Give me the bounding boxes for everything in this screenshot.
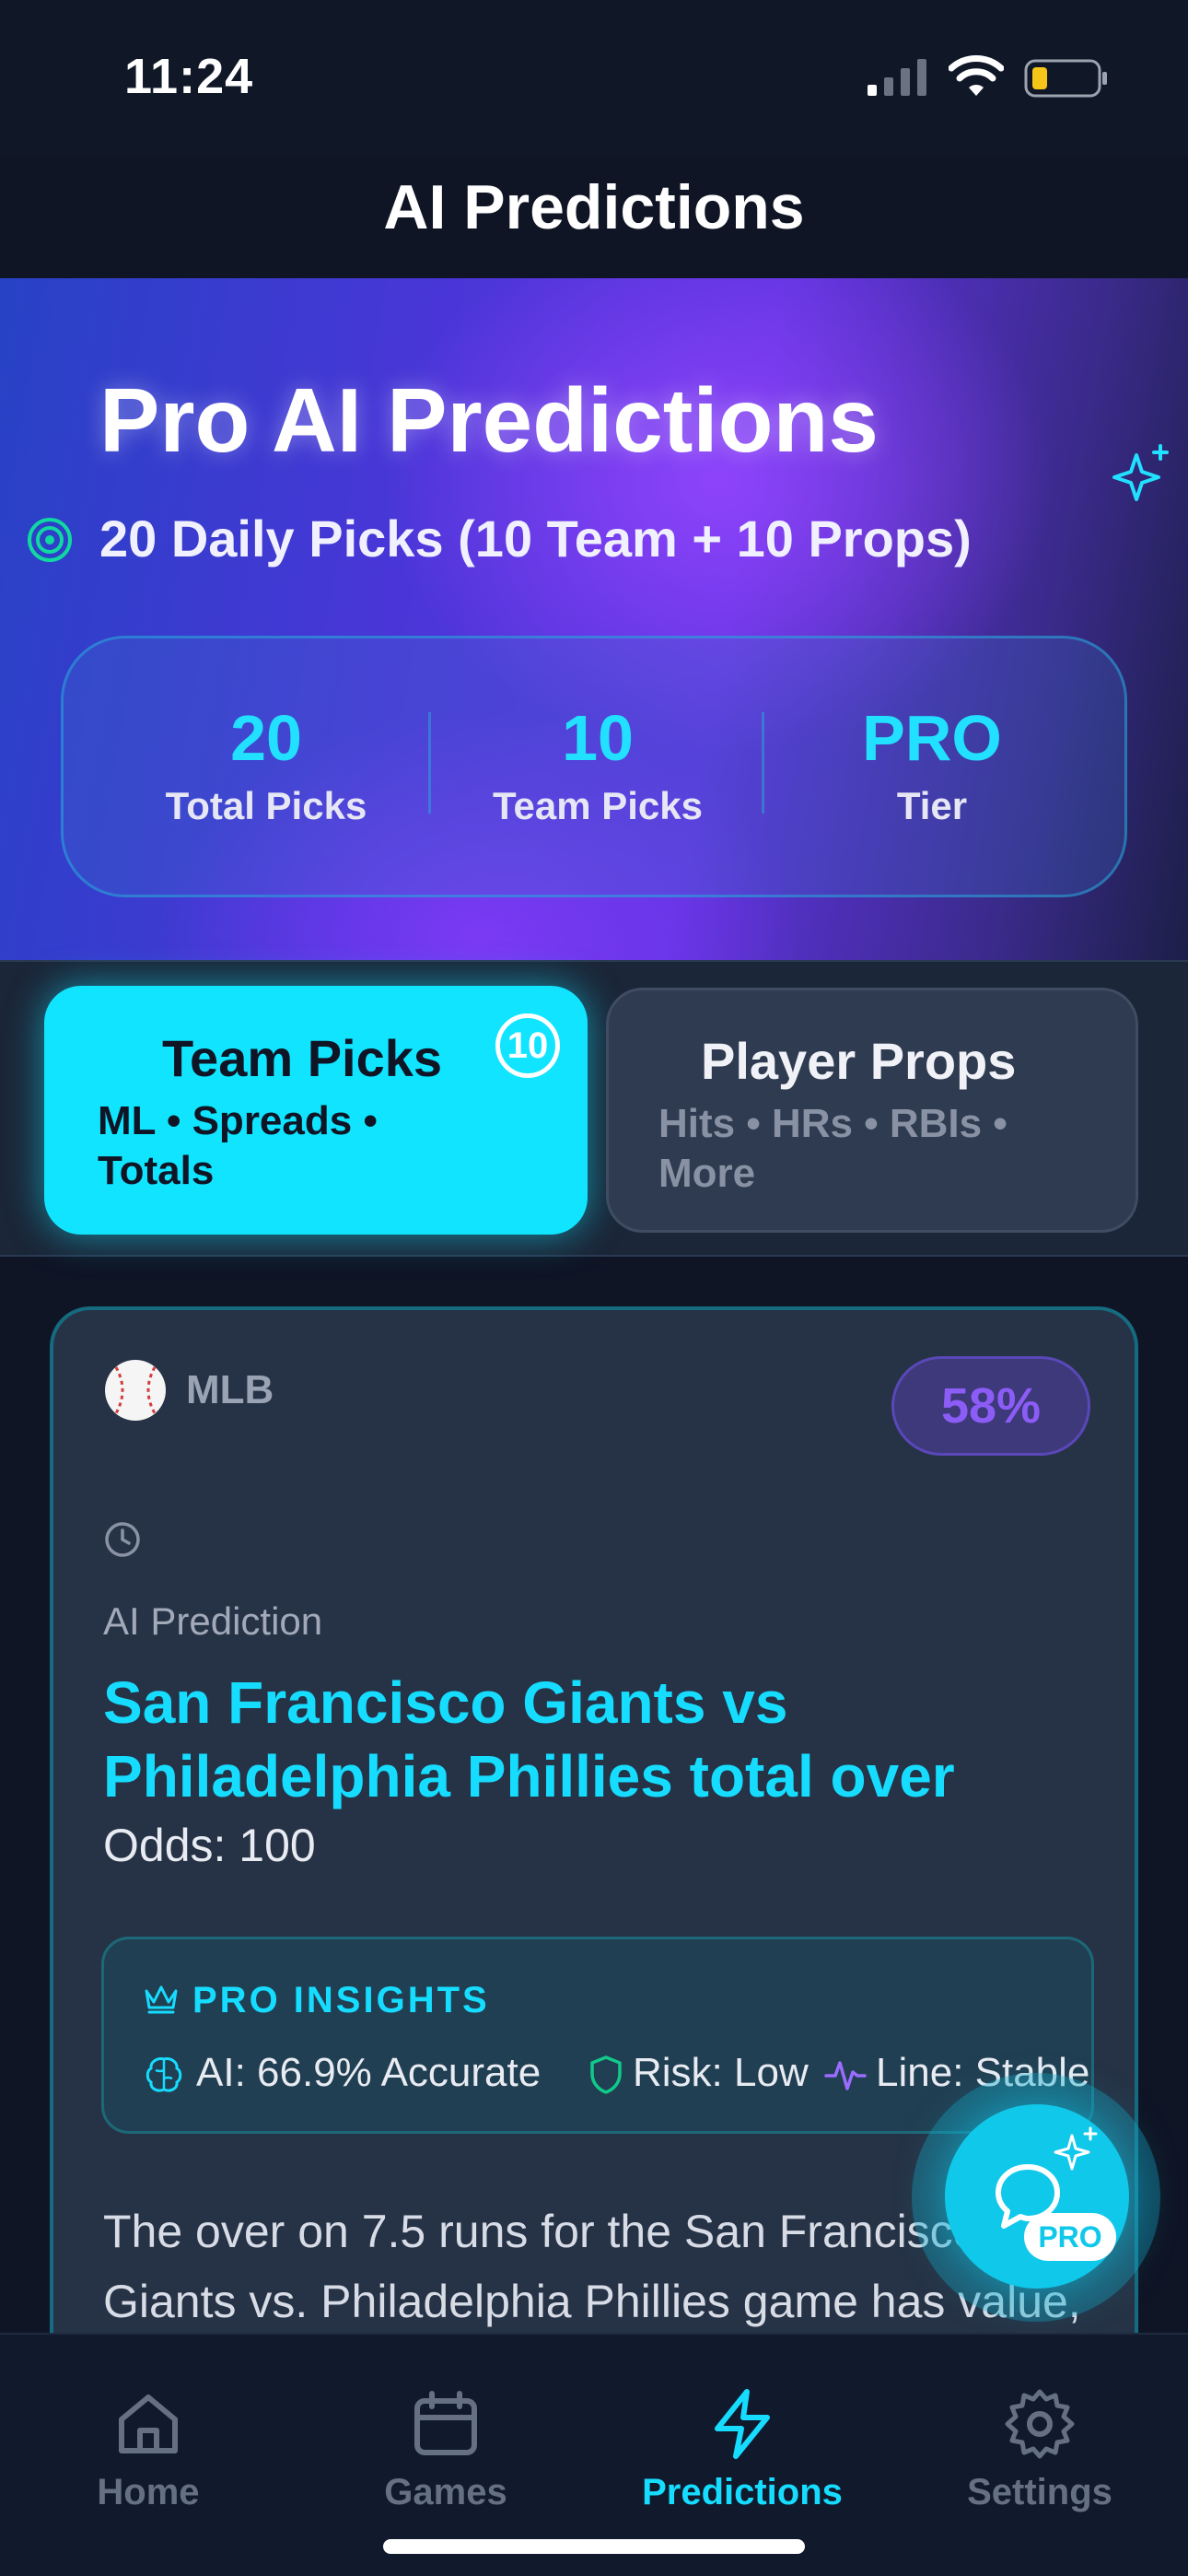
clock-icon [105,1522,140,1557]
gear-icon [1005,2389,1075,2459]
tab-subtitle-line-1: Hits • HRs • RBIs • [658,1101,1007,1146]
shield-icon [590,2055,622,2094]
tab-title: Player Props [701,1032,1017,1090]
calendar-icon [414,2391,477,2455]
stat-value: PRO [862,702,1002,774]
prediction-pick-line-2: Philadelphia Phillies total over [103,1743,955,1809]
lightning-icon [715,2389,770,2459]
page-title: AI Predictions [383,172,805,242]
ai-accuracy-text: AI: 66.9% Accurate [196,2050,542,2095]
stats-card: 20 Total Picks 10 Team Picks PRO Tier [61,636,1127,897]
prediction-pick-line-1: San Francisco Giants vs [103,1669,788,1736]
nav-label: Settings [967,2472,1112,2512]
league-label: MLB [186,1367,274,1412]
tab-subtitle-line-2: Totals [98,1148,215,1193]
tab-team-picks[interactable]: Team Picks 10 ML • Spreads • Totals [44,986,588,1235]
stat-total-picks: 20 Total Picks [100,701,432,828]
ai-prediction-label: AI Prediction [103,1599,323,1643]
stat-team-picks: 10 Team Picks [432,701,763,828]
status-bar: 11:24 AI Predictions [0,0,1188,242]
risk-level-text: Risk: Low [633,2050,809,2095]
stat-value: 20 [230,702,302,774]
stat-label: Tier [896,784,968,827]
nav-label: Home [97,2472,200,2512]
crown-icon [145,1985,178,2014]
ai-chat-button[interactable]: PRO [945,2104,1129,2289]
battery-icon [1024,59,1107,98]
sparkle-icon [1112,444,1169,501]
tab-count-badge: 10 [495,1013,560,1078]
prediction-pick: San Francisco Giants vs Philadelphia Phi… [103,1666,1116,1813]
hero-banner: Pro AI Predictions 20 Daily Picks (10 Te… [0,278,1188,960]
status-time: 11:24 [124,49,254,104]
cellular-signal-icon [868,59,926,96]
confidence-badge: 58% [891,1356,1090,1456]
stat-label: Total Picks [165,784,367,827]
tab-subtitle-line-2: More [658,1151,756,1196]
nav-settings[interactable]: Settings [929,2386,1150,2513]
nav-home[interactable]: Home [38,2386,259,2513]
hero-title: Pro AI Predictions [99,369,879,471]
stat-divider [428,712,431,814]
nav-predictions[interactable]: Predictions [632,2386,853,2513]
odds-text: Odds: 100 [103,1820,316,1871]
stat-divider [762,712,764,814]
tab-subtitle-line-1: ML • Spreads • [98,1098,378,1143]
baseball-icon [105,1360,166,1421]
tab-player-props[interactable]: Player Props Hits • HRs • RBIs • More [606,988,1138,1233]
nav-games[interactable]: Games [335,2386,556,2513]
tab-title: Team Picks [162,1029,443,1087]
brain-icon [146,2057,182,2092]
insights-title: PRO INSIGHTS [192,1980,490,2020]
pick-type-tabs: Team Picks 10 ML • Spreads • Totals Play… [0,960,1188,1257]
activity-icon [824,2061,867,2090]
stat-label: Team Picks [492,784,704,827]
home-icon [119,2395,178,2453]
pro-insights-panel: PRO INSIGHTS AI: 66.9% Accurate Risk: Lo… [101,1937,1094,2134]
hero-subtitle: 20 Daily Picks (10 Team + 10 Props) [99,509,972,568]
nav-label: Predictions [642,2472,843,2512]
stat-tier: PRO Tier [766,701,1098,828]
home-indicator[interactable] [383,2539,805,2554]
stat-value: 10 [562,702,634,774]
nav-label: Games [384,2472,507,2512]
wifi-icon [949,55,1004,96]
pro-badge: PRO [1024,2213,1116,2261]
target-icon [28,518,72,562]
